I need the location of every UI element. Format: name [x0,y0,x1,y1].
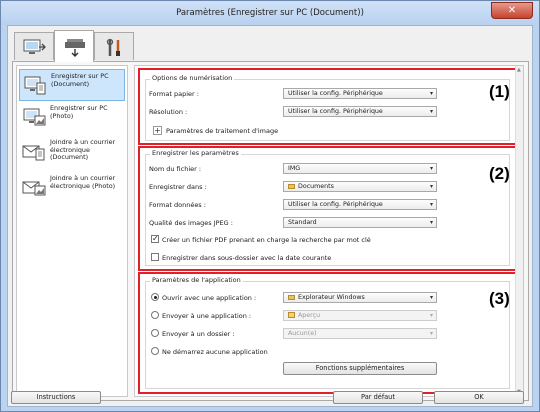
select-value: Aucun(e) [288,330,317,337]
tab-panel: Enregistrer sur PC (Document) Enregistre… [12,61,529,401]
paper-format-label: Format papier : [149,90,199,98]
resolution-select[interactable]: Utiliser la config. Périphérique ▾ [283,106,437,117]
group-title: Paramètres de l'application [150,276,243,284]
file-name-label: Nom du fichier : [149,165,202,173]
select-value: Utiliser la config. Périphérique [288,90,383,97]
sidebar-item-save-pc-document[interactable]: Enregistrer sur PC (Document) [19,69,125,101]
scan-mode-list: Enregistrer sur PC (Document) Enregistre… [16,65,128,397]
sidebar-item-label: Enregistrer sur PC (Document) [51,72,109,88]
section-badge: (1) [489,82,510,101]
select-value: Utiliser la config. Périphérique [288,201,383,208]
send-to-app-label: Envoyer à une application : [162,312,252,320]
input-value: IMG [288,165,301,172]
pdf-keyword-checkbox[interactable] [151,234,159,243]
select-value: Utiliser la config. Périphérique [288,108,383,115]
folder-icon [288,295,295,300]
image-processing-link[interactable]: Paramètres de traitement d'image [166,127,278,135]
send-to-app-radio[interactable] [151,311,159,319]
group-title: Options de numérisation [150,74,235,82]
chevron-down-icon: ▾ [429,90,433,97]
window-title: Paramètres (Enregistrer sur PC (Document… [176,8,364,18]
section-badge: (2) [489,164,510,183]
select-value: Standard [288,219,317,226]
save-settings-section: Enregistrer les paramètres Nom du fichie… [138,146,517,271]
open-with-radio[interactable] [151,293,159,301]
sidebar-item-save-pc-photo[interactable]: Enregistrer sur PC (Photo) [19,102,125,134]
sidebar-item-label: Joindre à un courrier électronique (Docu… [50,138,116,162]
chevron-down-icon: ▾ [429,330,433,337]
preview-app-icon [288,312,295,318]
chevron-down-icon: ▾ [429,108,433,115]
open-with-select[interactable]: Explorateur Windows ▾ [283,292,437,303]
tools-icon [106,38,120,56]
email-document-icon [22,145,45,161]
settings-window: Paramètres (Enregistrer sur PC (Document… [0,0,540,412]
no-app-radio[interactable] [151,347,159,355]
ok-button[interactable]: OK [434,391,524,404]
tab-scan-from-operation-panel[interactable] [54,30,94,62]
sidebar-item-label: Joindre à un courrier électronique (Phot… [50,174,116,190]
chevron-down-icon: ▾ [429,183,433,190]
application-settings-section: Paramètres de l'application Ouvrir avec … [138,272,517,394]
chevron-down-icon: ▾ [429,165,433,172]
defaults-button[interactable]: Par défaut [333,391,423,404]
jpeg-quality-label: Qualité des images JPEG : [149,219,233,227]
window-client: Enregistrer sur PC (Document) Enregistre… [7,25,533,407]
data-format-select[interactable]: Utiliser la config. Périphérique ▾ [283,199,437,210]
close-button[interactable]: ✕ [491,2,533,19]
title-bar[interactable]: Paramètres (Enregistrer sur PC (Document… [1,1,539,25]
scanner-icon [65,39,85,57]
save-in-select[interactable]: Documents ▾ [283,181,437,192]
pc-document-icon [24,76,46,95]
resolution-label: Résolution : [149,108,188,116]
email-photo-icon [22,181,46,196]
send-to-folder-label: Envoyer à un dossier : [162,330,235,338]
expand-plus-icon[interactable]: + [153,126,162,135]
jpeg-quality-select[interactable]: Standard ▾ [283,217,437,228]
sidebar-item-email-document[interactable]: Joindre à un courrier électronique (Docu… [19,136,125,168]
more-functions-button[interactable]: Fonctions supplémentaires [283,362,437,375]
subfolder-checkbox[interactable] [151,253,159,261]
chevron-down-icon: ▾ [429,312,433,319]
group-title: Enregistrer les paramètres [150,149,241,157]
instructions-button[interactable]: Instructions [11,391,101,404]
paper-format-select[interactable]: Utiliser la config. Périphérique ▾ [283,88,437,99]
sidebar-item-label: Enregistrer sur PC (Photo) [50,104,108,120]
settings-content: Options de numérisation Format papier : … [134,65,524,397]
send-to-folder-radio[interactable] [151,329,159,337]
chevron-down-icon: ▾ [429,201,433,208]
file-name-input[interactable]: IMG ▾ [283,163,437,174]
select-value: Explorateur Windows [298,294,365,301]
monitor-scan-icon [23,39,46,54]
scroll-up-icon[interactable]: ▲ [517,67,521,73]
pdf-keyword-label: Créer un fichier PDF prenant en charge l… [162,236,371,244]
chevron-down-icon: ▾ [429,219,433,226]
chevron-down-icon: ▾ [429,294,433,301]
scan-options-section: Options de numérisation Format papier : … [138,68,517,145]
vertical-scrollbar[interactable]: ▲ ▼ [515,66,523,396]
select-value: Documents [298,183,334,190]
subfolder-label: Enregistrer dans sous-dossier avec la da… [162,254,332,262]
sidebar-item-email-photo[interactable]: Joindre à un courrier électronique (Phot… [19,172,125,204]
open-with-label: Ouvrir avec une application : [162,294,257,302]
tab-scan-from-computer[interactable] [14,32,54,60]
pc-photo-icon [23,108,46,126]
select-value: Aperçu [298,312,321,319]
save-in-label: Enregistrer dans : [149,183,207,191]
no-app-label: Ne démarrez aucune application [162,348,268,356]
data-format-label: Format données : [149,201,206,209]
tab-general-settings[interactable] [94,32,134,60]
send-to-folder-select[interactable]: Aucun(e) ▾ [283,328,437,339]
send-to-app-select[interactable]: Aperçu ▾ [283,310,437,321]
section-badge: (3) [489,289,510,308]
folder-icon [288,184,295,189]
